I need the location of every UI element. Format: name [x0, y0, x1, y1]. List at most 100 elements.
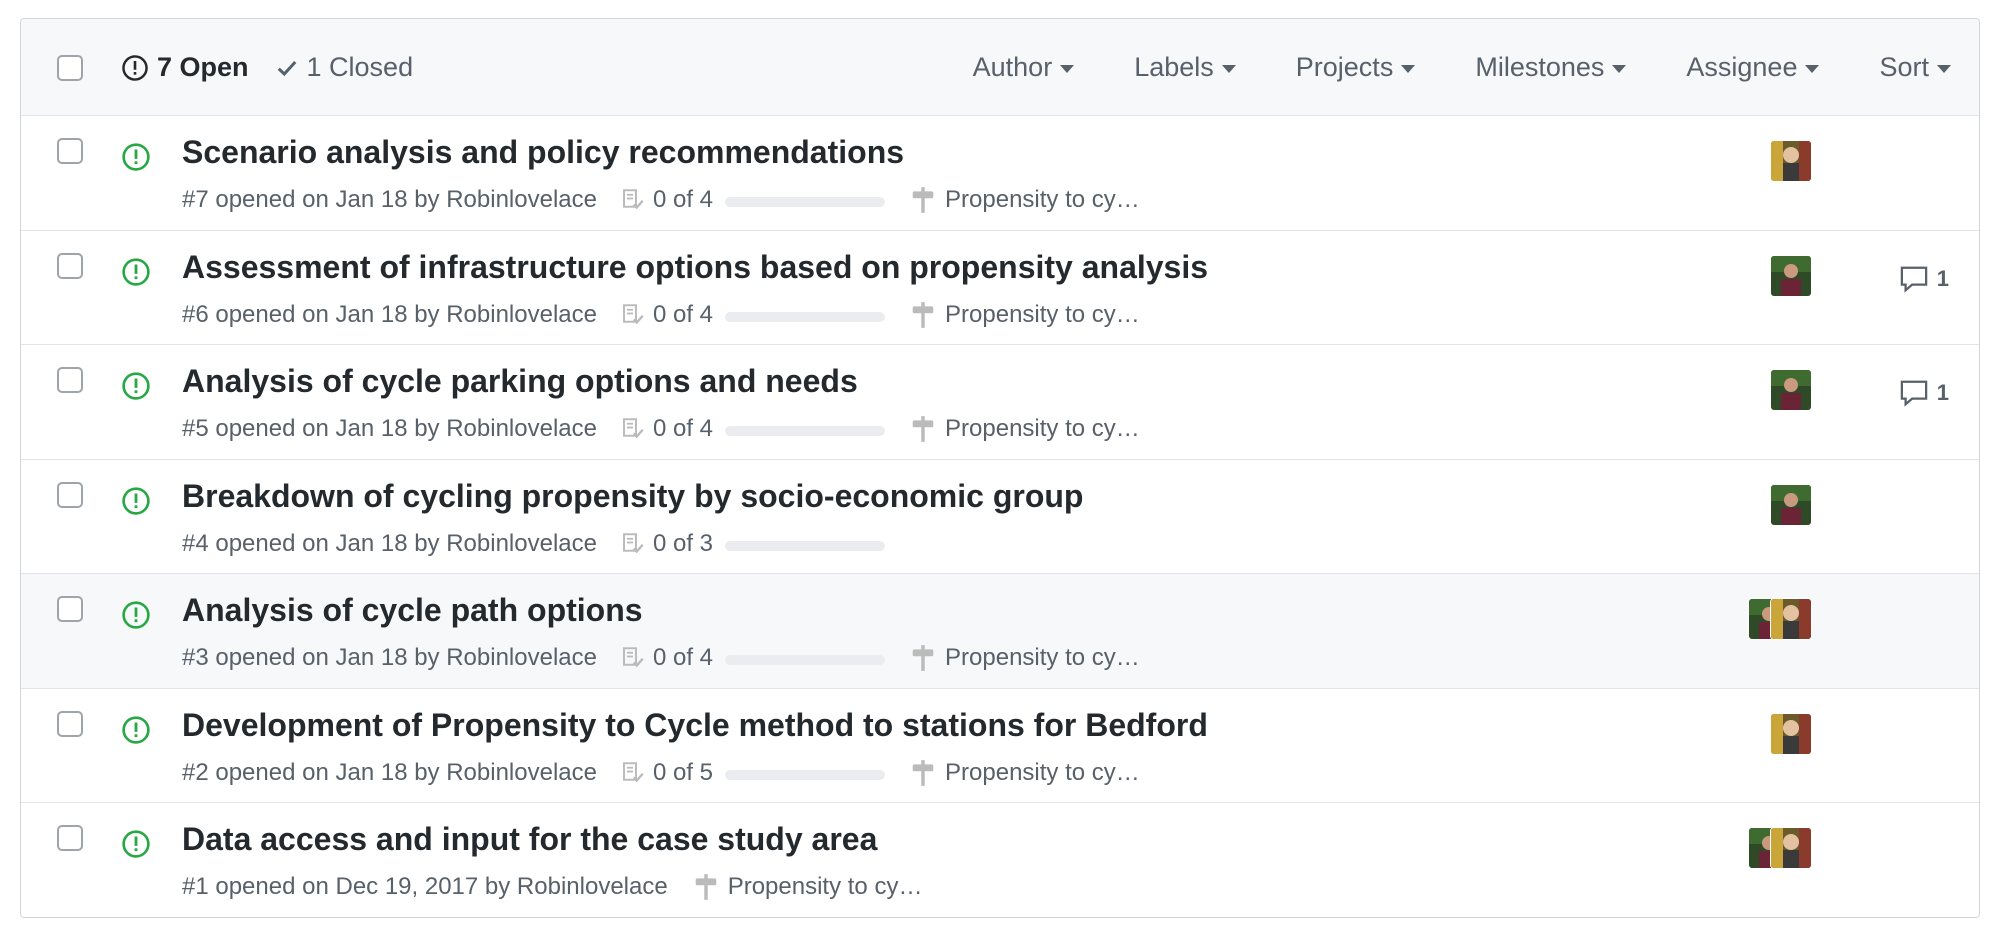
caret-down-icon [1401, 65, 1416, 73]
task-progress: 0 of 3 [621, 530, 886, 558]
issue-opened-by: #2 opened on Jan 18 by Robinlovelace [182, 758, 597, 786]
issue-checkbox[interactable] [57, 710, 83, 737]
issue-title-link[interactable]: Analysis of cycle path options [182, 592, 643, 629]
issue-opened-icon [121, 829, 151, 864]
issues-list: 7 Open 1 Closed Author Labels Projects M… [20, 18, 1980, 918]
comment-icon [1899, 379, 1929, 407]
task-progress-bar [725, 311, 886, 322]
author-filter[interactable]: Author [973, 52, 1075, 83]
issues-list-header: 7 Open 1 Closed Author Labels Projects M… [21, 19, 1979, 116]
caret-down-icon [1937, 65, 1951, 73]
open-issues-link[interactable]: 7 Open [121, 52, 249, 83]
checklist-icon [621, 188, 645, 212]
task-progress: 0 of 4 [621, 186, 886, 214]
issue-checkbox[interactable] [57, 481, 83, 508]
milestone-label: Propensity to cy… [727, 873, 923, 900]
assignee-filter-label: Assignee [1686, 52, 1798, 82]
task-progress: 0 of 5 [621, 759, 886, 787]
task-progress-bar [725, 769, 886, 780]
milestone-icon [911, 301, 935, 329]
issue-row[interactable]: Assessment of infrastructure options bas… [21, 230, 1979, 345]
issue-opened-icon [121, 142, 151, 177]
avatar[interactable] [1770, 254, 1812, 297]
sort-filter-label: Sort [1879, 52, 1929, 82]
issue-row[interactable]: Scenario analysis and policy recommendat… [21, 116, 1979, 231]
avatar[interactable] [1770, 712, 1812, 755]
select-all-checkbox[interactable] [57, 55, 83, 81]
assignee-avatars [1770, 140, 1812, 182]
task-count: 0 of 4 [652, 415, 714, 442]
milestone-link[interactable]: Propensity to cy… [911, 759, 1140, 787]
issue-row[interactable]: Development of Propensity to Cycle metho… [21, 688, 1979, 803]
projects-filter-label: Projects [1295, 52, 1394, 82]
check-icon [275, 56, 299, 80]
checklist-icon [621, 646, 645, 670]
issue-row[interactable]: Analysis of cycle parking options and ne… [21, 345, 1979, 460]
issue-title-link[interactable]: Assessment of infrastructure options bas… [182, 249, 1208, 286]
sort-filter[interactable]: Sort [1879, 52, 1951, 83]
issue-title-link[interactable]: Development of Propensity to Cycle metho… [182, 707, 1208, 744]
milestone-label: Propensity to cy… [945, 415, 1140, 442]
author-filter-label: Author [972, 52, 1053, 82]
closed-issues-link[interactable]: 1 Closed [275, 52, 413, 83]
avatar[interactable] [1770, 827, 1812, 869]
assignee-filter[interactable]: Assignee [1686, 52, 1820, 83]
issue-title-link[interactable]: Breakdown of cycling propensity by socio… [182, 478, 1083, 515]
milestone-link[interactable]: Propensity to cy… [911, 644, 1140, 672]
avatar[interactable] [1770, 598, 1812, 640]
comment-count: 1 [1936, 380, 1949, 405]
avatar[interactable] [1770, 140, 1812, 182]
comment-icon [1899, 265, 1929, 293]
caret-down-icon [1221, 65, 1236, 73]
filter-bar: Author Labels Projects Milestones Assign… [973, 19, 1951, 116]
issue-meta: #2 opened on Jan 18 by Robinlovelace 0 o… [182, 759, 1140, 787]
issue-meta: #6 opened on Jan 18 by Robinlovelace 0 o… [182, 301, 1140, 329]
avatar[interactable] [1770, 369, 1812, 411]
caret-down-icon [1060, 65, 1075, 73]
avatar[interactable] [1770, 483, 1812, 526]
task-progress-bar [725, 197, 886, 207]
comment-count-link[interactable]: 1 [1899, 379, 1949, 407]
projects-filter[interactable]: Projects [1296, 52, 1416, 83]
milestone-link[interactable]: Propensity to cy… [911, 415, 1140, 443]
issue-checkbox[interactable] [57, 252, 83, 279]
issue-opened-by: #1 opened on Dec 19, 2017 by Robinlovela… [182, 873, 668, 900]
issue-row[interactable]: Data access and input for the case study… [21, 803, 1979, 917]
issue-meta: #7 opened on Jan 18 by Robinlovelace 0 o… [182, 186, 1140, 214]
caret-down-icon [1612, 65, 1627, 73]
milestones-filter[interactable]: Milestones [1475, 52, 1627, 83]
milestone-icon [694, 873, 718, 901]
issue-meta: #5 opened on Jan 18 by Robinlovelace 0 o… [182, 415, 1140, 443]
task-progress-bar [725, 540, 886, 551]
issue-checkbox[interactable] [57, 367, 83, 393]
issue-title-link[interactable]: Data access and input for the case study… [182, 821, 877, 858]
milestones-filter-label: Milestones [1475, 52, 1605, 82]
assignee-avatars [1770, 483, 1812, 526]
labels-filter[interactable]: Labels [1134, 52, 1236, 83]
issue-checkbox[interactable] [57, 596, 83, 622]
task-progress: 0 of 4 [621, 644, 886, 672]
milestone-link[interactable]: Propensity to cy… [911, 186, 1140, 214]
issue-opened-icon [121, 371, 151, 406]
assignee-avatars [1770, 254, 1812, 297]
comment-count-link[interactable]: 1 [1899, 265, 1949, 293]
open-count-label: 7 Open [157, 52, 249, 82]
issue-rows: Scenario analysis and policy recommendat… [21, 116, 1979, 917]
milestone-link[interactable]: Propensity to cy… [911, 301, 1140, 329]
assignee-avatars [1770, 369, 1812, 411]
issue-title-link[interactable]: Scenario analysis and policy recommendat… [182, 134, 904, 171]
milestone-link[interactable]: Propensity to cy… [694, 873, 923, 901]
issue-opened-by: #4 opened on Jan 18 by Robinlovelace [182, 529, 597, 557]
issue-opened-icon [121, 257, 151, 292]
issue-row[interactable]: Breakdown of cycling propensity by socio… [21, 459, 1979, 574]
issue-row[interactable]: Analysis of cycle path options #3 opened… [21, 574, 1979, 689]
milestone-label: Propensity to cy… [945, 186, 1140, 213]
milestone-icon [911, 644, 935, 672]
issue-meta: #1 opened on Dec 19, 2017 by Robinlovela… [182, 873, 922, 901]
labels-filter-label: Labels [1134, 52, 1214, 82]
issue-title-link[interactable]: Analysis of cycle parking options and ne… [182, 363, 858, 400]
issue-checkbox[interactable] [57, 138, 83, 164]
task-progress: 0 of 4 [621, 415, 886, 443]
issue-opened-by: #6 opened on Jan 18 by Robinlovelace [182, 300, 597, 328]
issue-checkbox[interactable] [57, 825, 83, 851]
